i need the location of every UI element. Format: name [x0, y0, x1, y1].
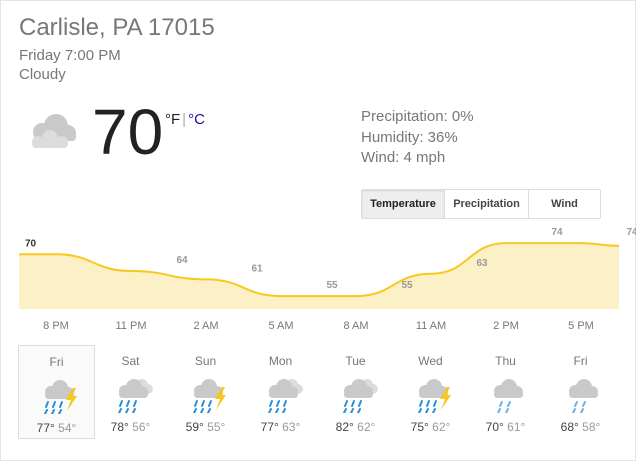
temperature-chart: 70 64 61 55 55 63 74 74: [19, 227, 636, 309]
data-label: 63: [476, 258, 488, 269]
showers-icon: [569, 379, 598, 413]
forecast-day-name: Mon: [268, 354, 293, 368]
data-label: 74: [626, 227, 636, 238]
forecast-day-name: Sun: [194, 354, 217, 368]
forecast-low: 58°: [582, 420, 601, 434]
forecast-day[interactable]: Mon 77° 63°: [243, 345, 318, 437]
forecast-high: 75°: [410, 420, 429, 434]
showers-icon: [494, 379, 523, 413]
forecast-temps: 78° 56°: [93, 420, 168, 434]
forecast-day[interactable]: Fri 77° 54°: [18, 345, 95, 439]
forecast-day[interactable]: Tue 82° 62°: [318, 345, 393, 437]
x-tick-label: 11 AM: [415, 320, 447, 332]
forecast-day-name: Thu: [495, 354, 516, 368]
forecast-high: 68°: [560, 420, 579, 434]
data-label: 61: [251, 263, 263, 274]
x-tick-label: 5 PM: [568, 320, 594, 332]
forecast-temps: 75° 62°: [393, 420, 468, 434]
forecast-day-name: Tue: [345, 354, 366, 368]
x-tick-label: 8 PM: [43, 320, 69, 332]
data-label: 70: [25, 238, 37, 249]
thunderstorm-icon: [418, 379, 451, 413]
forecast-day[interactable]: Sat 78° 56°: [93, 345, 168, 437]
forecast-low: 54°: [58, 421, 77, 435]
x-tick-label: 11 PM: [115, 320, 147, 332]
forecast-day[interactable]: Sun 59° 55°: [168, 345, 243, 437]
forecast-high: 59°: [185, 420, 204, 434]
forecast-low: 56°: [132, 420, 151, 434]
forecast-day-name: Sat: [121, 354, 140, 368]
forecast-temps: 68° 58°: [543, 420, 618, 434]
forecast-high: 78°: [110, 420, 129, 434]
forecast-low: 62°: [432, 420, 451, 434]
data-label: 55: [326, 280, 338, 291]
data-label: 55: [401, 280, 413, 291]
temperature-area: [19, 243, 619, 309]
forecast-low: 61°: [507, 420, 526, 434]
forecast-low: 63°: [282, 420, 301, 434]
rain-icon: [343, 379, 378, 413]
thunderstorm-icon: [193, 379, 226, 413]
x-tick-label: 2 PM: [493, 320, 519, 332]
forecast-high: 77°: [36, 421, 55, 435]
x-tick-label: 2 AM: [193, 320, 219, 332]
forecast-day[interactable]: Fri 68° 58°: [543, 345, 618, 437]
forecast-day[interactable]: Thu 70° 61°: [468, 345, 543, 437]
forecast-high: 82°: [335, 420, 354, 434]
data-label: 64: [176, 255, 188, 266]
forecast-high: 77°: [260, 420, 279, 434]
x-tick-label: 5 AM: [268, 320, 294, 332]
forecast-high: 70°: [485, 420, 504, 434]
forecast-low: 55°: [207, 420, 226, 434]
rain-icon: [118, 379, 153, 413]
x-tick-label: 8 AM: [343, 320, 369, 332]
forecast-temps: 77° 54°: [19, 421, 94, 435]
forecast-temps: 77° 63°: [243, 420, 318, 434]
forecast-day-name: Wed: [418, 354, 443, 368]
forecast-day-name: Fri: [573, 354, 588, 368]
forecast-day[interactable]: Wed 75° 62°: [393, 345, 468, 437]
forecast-temps: 70° 61°: [468, 420, 543, 434]
forecast-day-name: Fri: [49, 355, 64, 369]
thunderstorm-icon: [44, 380, 77, 414]
forecast-temps: 82° 62°: [318, 420, 393, 434]
data-label: 74: [551, 227, 563, 238]
rain-icon: [268, 379, 303, 413]
forecast-low: 62°: [357, 420, 376, 434]
forecast-temps: 59° 55°: [168, 420, 243, 434]
